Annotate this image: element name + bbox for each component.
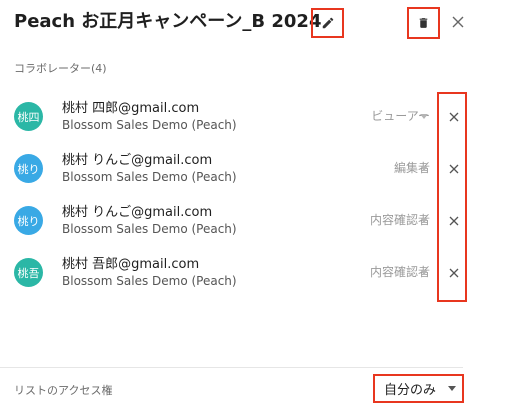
avatar: 桃四 bbox=[14, 102, 43, 131]
collaborator-org: Blossom Sales Demo (Peach) bbox=[62, 118, 237, 132]
collaborator-email: 桃村 りんご@gmail.com bbox=[62, 153, 213, 168]
collaborator-org: Blossom Sales Demo (Peach) bbox=[62, 222, 237, 236]
close-icon bbox=[452, 16, 464, 28]
avatar: 桃吾 bbox=[14, 258, 43, 287]
collaborator-org: Blossom Sales Demo (Peach) bbox=[62, 274, 237, 288]
edit-highlight bbox=[311, 8, 344, 38]
chevron-down-icon[interactable] bbox=[420, 114, 428, 119]
chevron-down-icon[interactable] bbox=[420, 218, 428, 223]
collaborator-email: 桃村 吾郎@gmail.com bbox=[62, 257, 200, 272]
remove-highlight bbox=[437, 92, 467, 302]
collaborator-dialog: Peach お正月キャンペーン_B 2024 コラボレーター(4) 桃四 桃村 … bbox=[0, 0, 520, 418]
collaborator-org: Blossom Sales Demo (Peach) bbox=[62, 170, 237, 184]
delete-highlight bbox=[407, 7, 440, 39]
divider bbox=[0, 367, 463, 368]
collaborator-email: 桃村 りんご@gmail.com bbox=[62, 205, 213, 220]
chevron-down-icon[interactable] bbox=[420, 270, 428, 275]
access-label: リストのアクセス権 bbox=[14, 384, 113, 397]
chevron-down-icon[interactable] bbox=[420, 166, 428, 171]
avatar: 桃り bbox=[14, 206, 43, 235]
close-button[interactable] bbox=[447, 9, 469, 35]
list-title: Peach お正月キャンペーン_B 2024 bbox=[14, 11, 322, 32]
access-highlight bbox=[373, 374, 464, 403]
collaborator-email: 桃村 四郎@gmail.com bbox=[62, 101, 200, 116]
avatar: 桃り bbox=[14, 154, 43, 183]
collaborators-heading: コラボレーター(4) bbox=[14, 62, 107, 75]
